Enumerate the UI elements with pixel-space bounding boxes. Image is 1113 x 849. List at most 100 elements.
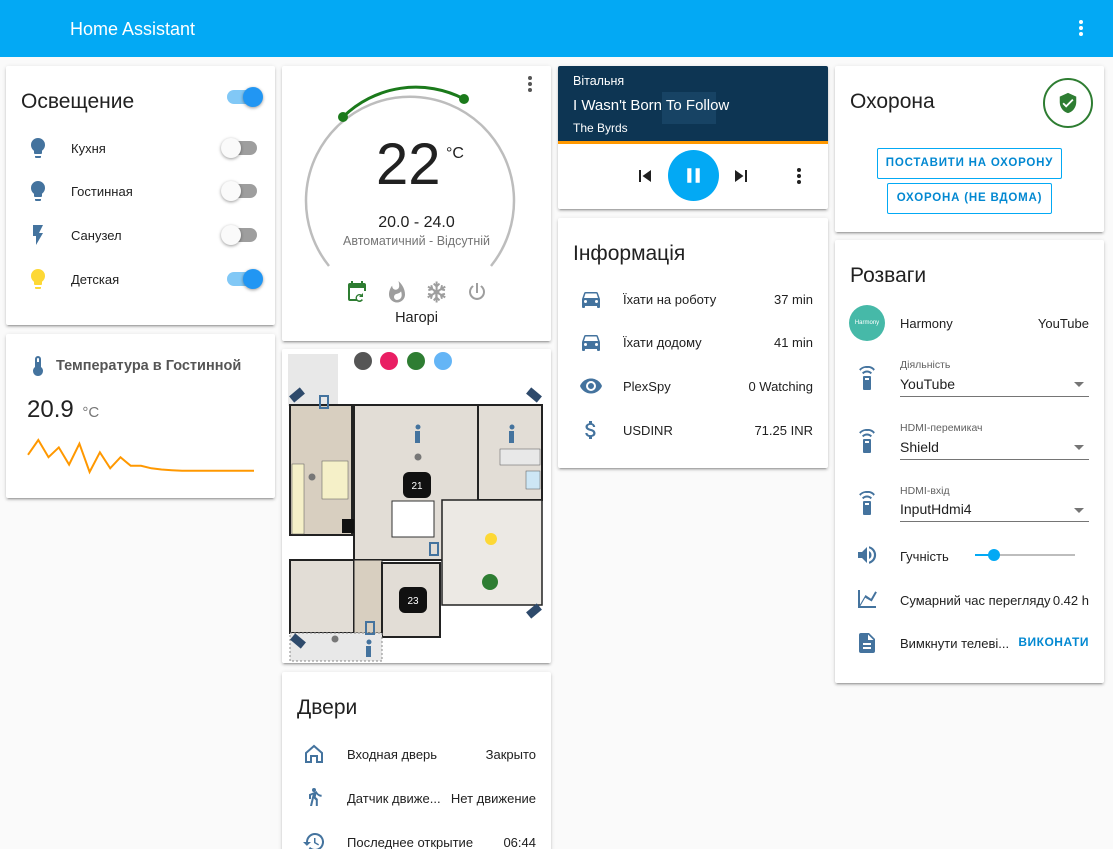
sparkline-line bbox=[27, 438, 254, 475]
chevron-down-icon[interactable] bbox=[1074, 508, 1084, 513]
lights-card: Освещение Кухня Гостинная Санузел Детска… bbox=[6, 66, 275, 325]
calendar-sync-icon[interactable] bbox=[345, 280, 369, 304]
lights-title: Освещение bbox=[21, 90, 135, 113]
light-label-bathroom: Санузел bbox=[71, 228, 122, 243]
info-value-to-work: 37 min bbox=[773, 292, 813, 307]
info-value-plexspy: 0 Watching bbox=[748, 379, 813, 394]
remote-icon bbox=[859, 429, 875, 453]
remote-icon bbox=[859, 366, 875, 390]
floorplan-room-bedroom1 bbox=[289, 559, 355, 634]
snowflake-icon[interactable] bbox=[425, 280, 449, 304]
entertainment-card: Розваги Harmony Harmony YouTube Діяльніс… bbox=[835, 240, 1104, 683]
thermostat-card: 22 °C 20.0 - 24.0 Автоматичний - Відсутн… bbox=[282, 66, 551, 341]
temperature-sensor-card[interactable]: Температура в Гостинной 20.9 °C bbox=[6, 334, 275, 498]
tv-off-run-button[interactable]: ВИКОНАТИ bbox=[1018, 635, 1089, 649]
chevron-down-icon[interactable] bbox=[1074, 382, 1084, 387]
volume-slider-knob[interactable] bbox=[988, 549, 1000, 561]
light-toggle-kitchen[interactable] bbox=[221, 138, 257, 158]
door-value-last-open: 06:44 bbox=[503, 835, 536, 849]
light-toggle-kids[interactable] bbox=[227, 269, 263, 289]
harmony-label: Harmony bbox=[900, 316, 953, 331]
light-toggle-living[interactable] bbox=[221, 181, 257, 201]
floorplan-light-on[interactable] bbox=[485, 533, 497, 545]
bulb-icon bbox=[31, 138, 45, 158]
door-label-front: Входная дверь bbox=[347, 747, 438, 762]
chart-line-icon bbox=[858, 590, 877, 608]
chevron-down-icon[interactable] bbox=[1074, 445, 1084, 450]
hdmi-input-label: HDMI-вхід bbox=[900, 485, 950, 497]
floor-status-icon-4[interactable] bbox=[434, 352, 452, 370]
shield-check-icon bbox=[1059, 92, 1077, 114]
floorplan-thermostat-1: 21 bbox=[411, 481, 423, 492]
bulb-3 bbox=[331, 635, 339, 643]
floorplan-counter bbox=[291, 463, 305, 535]
floorplan-image: 21 23 bbox=[282, 349, 551, 663]
media-header: Вітальня I Wasn't Born To Follow The Byr… bbox=[558, 66, 828, 141]
entertainment-title: Розваги bbox=[850, 264, 927, 287]
bulb-icon bbox=[31, 181, 45, 201]
light-toggle-bathroom[interactable] bbox=[221, 225, 257, 245]
temperature-sparkline bbox=[27, 438, 254, 475]
temperature-unit: °C bbox=[82, 404, 100, 421]
doors-card: Двери Входная дверь Закрыто Датчик движе… bbox=[282, 672, 551, 849]
thermostat-low-handle[interactable] bbox=[338, 112, 348, 122]
security-card: Охорона ПОСТАВИТИ НА ОХОРОНУ ОХОРОНА (НЕ… bbox=[835, 66, 1104, 232]
door-value-motion: Нет движение bbox=[450, 791, 536, 806]
overflow-menu-icon[interactable] bbox=[1071, 18, 1091, 40]
media-menu-icon[interactable] bbox=[789, 166, 809, 188]
harmony-logo: Harmony bbox=[849, 305, 885, 341]
floorplan-stairs bbox=[391, 500, 435, 538]
floorplan-tub bbox=[525, 470, 541, 490]
arm-home-button[interactable]: ПОСТАВИТИ НА ОХОРОНУ bbox=[877, 148, 1062, 179]
thermostat-high-handle[interactable] bbox=[459, 94, 469, 104]
floor-status-icon-2[interactable] bbox=[380, 352, 398, 370]
harmony-value: YouTube bbox=[1037, 316, 1089, 331]
door-value-front: Закрыто bbox=[485, 747, 536, 762]
activity-underline bbox=[900, 396, 1089, 397]
pause-icon bbox=[687, 168, 700, 183]
bulb-icon bbox=[31, 269, 45, 289]
next-track-icon[interactable] bbox=[729, 164, 753, 188]
fire-icon[interactable] bbox=[385, 280, 409, 304]
dollar-icon bbox=[585, 421, 596, 439]
activity-select[interactable]: YouTube bbox=[900, 376, 955, 392]
walk-icon bbox=[309, 788, 322, 806]
floor-status-icon-3[interactable] bbox=[407, 352, 425, 370]
lights-master-toggle[interactable] bbox=[227, 87, 263, 107]
hdmi-switch-select[interactable]: Shield bbox=[900, 439, 939, 455]
floor-status-icon-1[interactable] bbox=[354, 352, 372, 370]
media-title: I Wasn't Born To Follow bbox=[573, 97, 730, 114]
power-icon[interactable] bbox=[465, 280, 489, 304]
thermostat-mode: Автоматичний - Відсутній bbox=[342, 234, 490, 248]
activity-label: Діяльність bbox=[900, 359, 951, 371]
top-app-bar: Home Assistant bbox=[0, 0, 1113, 57]
door-label-last-open: Последнее открытие bbox=[347, 835, 474, 849]
motion-body-2 bbox=[509, 431, 514, 443]
bulb-1 bbox=[308, 473, 316, 481]
thermostat-name: Нагорі bbox=[395, 310, 438, 326]
info-label-usdinr: USDINR bbox=[623, 423, 673, 438]
temperature-sensor-title: Температура в Гостинной bbox=[56, 358, 242, 374]
light-label-kitchen: Кухня bbox=[71, 141, 106, 156]
floorplan-counter-2 bbox=[321, 460, 349, 500]
info-value-usdinr: 71.25 INR bbox=[754, 423, 813, 438]
light-label-kids: Детская bbox=[71, 272, 120, 287]
volume-slider[interactable] bbox=[975, 549, 1075, 561]
info-label-to-work: Їхати на роботу bbox=[623, 292, 717, 307]
floorplan-door-icon[interactable] bbox=[482, 574, 498, 590]
file-document-icon bbox=[859, 633, 875, 653]
security-status-badge[interactable] bbox=[1043, 78, 1093, 128]
arm-away-button[interactable]: ОХОРОНА (НЕ ВДОМА) bbox=[887, 183, 1052, 214]
previous-track-icon[interactable] bbox=[633, 164, 657, 188]
floorplan-stove bbox=[342, 519, 354, 533]
light-label-living: Гостинная bbox=[71, 184, 133, 199]
volume-label: Гучність bbox=[900, 549, 949, 564]
bulb-2 bbox=[414, 453, 422, 461]
tv-off-label: Вимкнути телеві... bbox=[900, 636, 1010, 651]
media-progress-bar[interactable] bbox=[558, 141, 828, 144]
info-value-to-home: 41 min bbox=[773, 335, 813, 350]
hdmi-input-select[interactable]: InputHdmi4 bbox=[900, 501, 972, 517]
info-title: Інформація bbox=[573, 242, 686, 265]
flash-icon bbox=[33, 225, 43, 245]
play-pause-button[interactable] bbox=[668, 150, 719, 201]
